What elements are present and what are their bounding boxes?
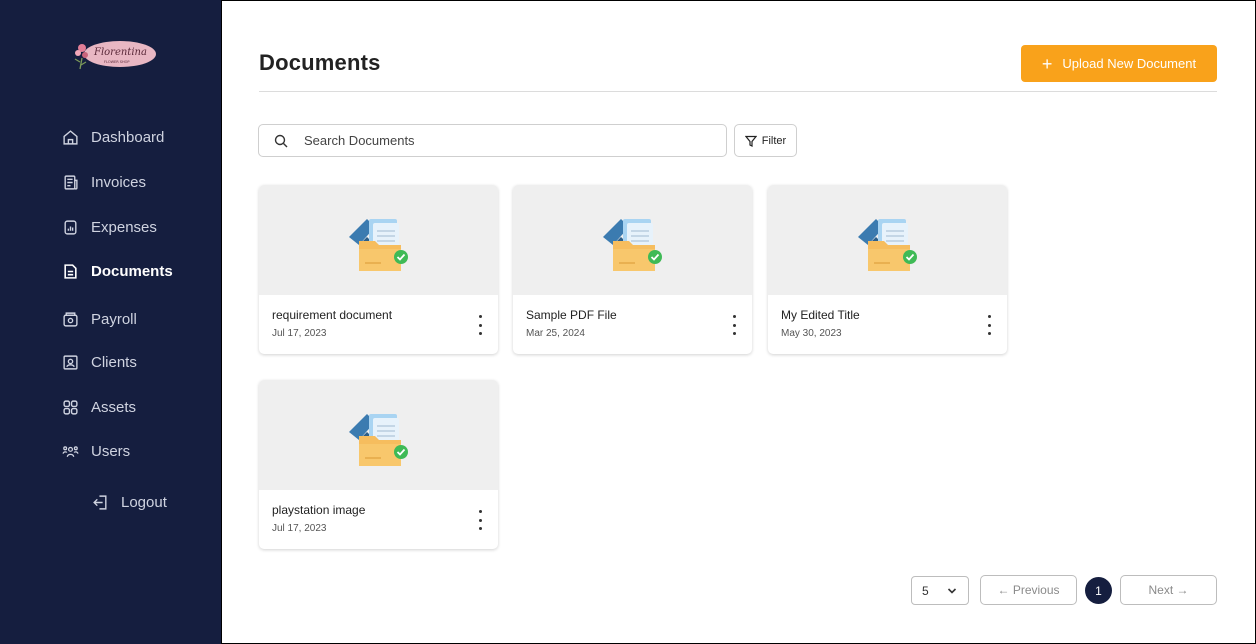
more-options-icon[interactable] — [476, 510, 484, 530]
sidebar-item-label: Users — [91, 442, 131, 460]
folder-document-icon — [349, 219, 408, 271]
sidebar-item-documents[interactable]: Documents — [62, 259, 173, 283]
page-size-select[interactable]: 5 — [911, 576, 969, 605]
assets-icon — [63, 399, 78, 415]
page-number-button[interactable]: 1 — [1085, 577, 1112, 604]
page-title: Documents — [259, 50, 381, 75]
sidebar-item-invoices[interactable]: Invoices — [62, 170, 146, 194]
document-date: May 30, 2023 — [781, 328, 842, 339]
document-thumbnail — [768, 185, 1007, 295]
document-card[interactable]: playstation image Jul 17, 2023 — [259, 380, 498, 549]
next-page-button[interactable]: Next → — [1120, 575, 1217, 605]
logout-icon — [93, 494, 107, 510]
filter-button[interactable]: Filter — [734, 124, 797, 157]
document-card[interactable]: Sample PDF File Mar 25, 2024 — [513, 185, 752, 354]
svg-text:Florentina: Florentina — [93, 47, 147, 58]
document-thumbnail — [259, 185, 498, 295]
logout-button[interactable]: Logout — [92, 490, 167, 514]
search-box — [258, 124, 727, 157]
brand-logo[interactable]: Florentina FLOWER SHOP — [68, 38, 160, 72]
sidebar: Florentina FLOWER SHOP Dashboard Invoice… — [0, 0, 222, 644]
document-thumbnail — [513, 185, 752, 295]
previous-page-button[interactable]: ← Previous — [980, 575, 1077, 605]
document-date: Jul 17, 2023 — [272, 523, 327, 534]
folder-document-icon — [858, 219, 917, 271]
sidebar-item-label: Expenses — [91, 218, 157, 236]
header-divider — [259, 91, 1217, 92]
upload-document-button[interactable]: + Upload New Document — [1021, 45, 1217, 82]
sidebar-item-label: Payroll — [91, 310, 137, 328]
sidebar-item-assets[interactable]: Assets — [62, 395, 136, 419]
chevron-down-icon — [947, 587, 956, 594]
expenses-icon — [64, 219, 77, 235]
document-title: My Edited Title — [781, 308, 860, 322]
document-title: requirement document — [272, 308, 393, 322]
document-icon — [64, 263, 77, 279]
plus-icon: + — [1041, 53, 1053, 74]
upload-button-label: Upload New Document — [1062, 56, 1197, 71]
page-size-value: 5 — [922, 583, 929, 598]
document-date: Mar 25, 2024 — [526, 328, 585, 339]
more-options-icon[interactable] — [985, 315, 993, 335]
document-card[interactable]: requirement document Jul 17, 2023 — [259, 185, 498, 354]
logout-label: Logout — [121, 493, 167, 511]
more-options-icon[interactable] — [730, 315, 738, 335]
clients-icon — [63, 354, 78, 370]
sidebar-item-label: Dashboard — [91, 128, 165, 146]
sidebar-item-label: Invoices — [91, 173, 147, 191]
sidebar-item-label: Clients — [91, 353, 137, 371]
filter-label: Filter — [761, 134, 787, 147]
payroll-icon — [63, 311, 78, 327]
svg-text:FLOWER SHOP: FLOWER SHOP — [104, 60, 130, 64]
search-input[interactable] — [302, 132, 706, 149]
document-date: Jul 17, 2023 — [272, 328, 327, 339]
home-icon — [63, 129, 78, 145]
sidebar-item-expenses[interactable]: Expenses — [62, 215, 157, 239]
folder-document-icon — [349, 414, 408, 466]
document-title: playstation image — [272, 503, 366, 517]
sidebar-item-payroll[interactable]: Payroll — [62, 307, 137, 331]
document-thumbnail — [259, 380, 498, 490]
folder-document-icon — [603, 219, 662, 271]
document-card[interactable]: My Edited Title May 30, 2023 — [768, 185, 1007, 354]
sidebar-item-label: Documents — [91, 262, 173, 280]
search-icon — [274, 134, 288, 147]
filter-icon — [744, 135, 757, 147]
sidebar-item-clients[interactable]: Clients — [62, 350, 137, 374]
users-icon — [62, 445, 79, 457]
sidebar-item-dashboard[interactable]: Dashboard — [62, 125, 164, 149]
sidebar-item-label: Assets — [91, 398, 137, 416]
sidebar-item-users[interactable]: Users — [62, 439, 130, 463]
more-options-icon[interactable] — [476, 315, 484, 335]
document-title: Sample PDF File — [526, 308, 617, 322]
invoice-icon — [64, 174, 78, 190]
